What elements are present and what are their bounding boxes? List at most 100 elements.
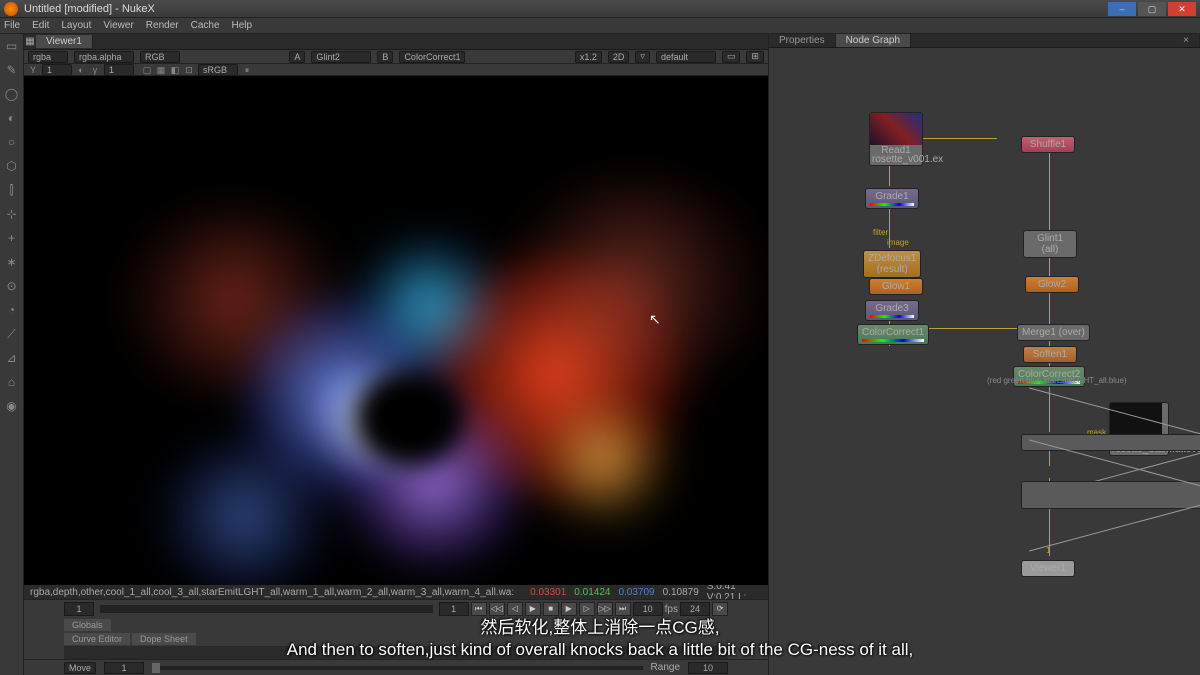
next-key-button[interactable]: ▷▷ — [597, 602, 613, 616]
range-label: Range — [651, 662, 680, 673]
tab-node-graph[interactable]: Node Graph — [836, 34, 911, 47]
node-grade1[interactable]: Grade1 — [865, 188, 919, 209]
menu-render[interactable]: Render — [146, 20, 179, 31]
gamma-icon[interactable]: γ — [90, 65, 100, 75]
node-read1[interactable]: Read1rosette_v001.ex — [869, 112, 923, 166]
tool-channel[interactable]: ◐ — [4, 110, 20, 126]
range-start[interactable]: 1 — [104, 662, 144, 674]
viewer-lut-dropdown[interactable]: default — [656, 51, 716, 63]
proxy-icon[interactable]: ⊞ — [746, 51, 764, 63]
tool-other[interactable]: ◉ — [4, 398, 20, 414]
menu-help[interactable]: Help — [232, 20, 253, 31]
maximize-button[interactable]: ▢ — [1138, 2, 1166, 16]
tool-draw[interactable]: ✎ — [4, 62, 20, 78]
next-frame-button[interactable]: ▷ — [579, 602, 595, 616]
tool-deep[interactable]: ◔ — [4, 302, 20, 318]
tab-properties[interactable]: Properties — [769, 34, 836, 47]
pane-menu-icon[interactable]: ▦ — [24, 36, 36, 47]
menu-viewer[interactable]: Viewer — [103, 20, 133, 31]
tab-globals[interactable]: Globals — [64, 619, 111, 631]
last-frame-button[interactable]: ⏭ — [615, 602, 631, 616]
node-glow2[interactable]: Glow2 — [1025, 276, 1079, 293]
overlay-icon[interactable]: ⊡ — [184, 65, 194, 75]
fstop-icon[interactable]: ◐ — [76, 65, 86, 75]
menu-file[interactable]: File — [4, 20, 20, 31]
prev-key-button[interactable]: ◁◁ — [489, 602, 505, 616]
tool-toolset[interactable]: ⌂ — [4, 374, 20, 390]
tool-keyer[interactable]: ⫿ — [4, 182, 20, 198]
titlebar: Untitled [modified] - NukeX – ▢ ✕ — [0, 0, 1200, 18]
play-back-button[interactable]: ▶ — [525, 602, 541, 616]
app-icon — [4, 2, 18, 16]
colorspace-dropdown[interactable]: RGB — [140, 51, 180, 63]
current-frame-field[interactable]: 10 — [633, 602, 663, 616]
node-zdefocus1[interactable]: ZDefocus1(result) — [863, 250, 921, 278]
tool-filter[interactable]: ⬡ — [4, 158, 20, 174]
stop-button[interactable]: ■ — [543, 602, 559, 616]
timeline-track[interactable] — [64, 646, 728, 659]
range-end[interactable]: 10 — [688, 662, 728, 674]
node-merge1[interactable]: Merge1 (over) — [1017, 324, 1090, 341]
viewer-toolbar-2: Y 1 ◐ γ 1 ▢ ▦ ◧ ⊡ sRGB ⏸ — [24, 64, 768, 76]
format-icon[interactable]: ▦ — [156, 65, 166, 75]
frame-start-field[interactable]: 1 — [64, 602, 94, 616]
node-colorcorrect1[interactable]: ColorCorrect1 — [857, 324, 929, 345]
tool-strip: ▭ ✎ ◯ ◐ ○ ⬡ ⫿ ⊹ + ∗ ⊙ ◔ ⟋ ⊿ ⌂ ◉ — [0, 34, 24, 675]
node-glow1[interactable]: Glow1 — [869, 278, 923, 295]
node-soften1[interactable]: Soften1 — [1023, 346, 1077, 363]
node-shuffle1[interactable]: Shuffle1 — [1021, 136, 1075, 153]
gain-field[interactable]: 1 — [42, 64, 72, 76]
frame-end-field[interactable]: 1 — [439, 602, 469, 616]
tab-dope-sheet[interactable]: Dope Sheet — [132, 633, 196, 645]
menu-edit[interactable]: Edit — [32, 20, 49, 31]
tool-meta[interactable]: ⊿ — [4, 350, 20, 366]
tool-image[interactable]: ▭ — [4, 38, 20, 54]
status-red: 0.03301 — [530, 587, 566, 598]
close-button[interactable]: ✕ — [1168, 2, 1196, 16]
viewer-canvas[interactable]: ↖ — [24, 76, 768, 585]
timeline-scrubber[interactable] — [100, 605, 433, 613]
node-viewer1[interactable]: Viewer1 — [1021, 560, 1075, 577]
node-glint1[interactable]: Glint1(all) — [1023, 230, 1077, 258]
loop-icon[interactable]: ⟳ — [712, 602, 728, 616]
first-frame-button[interactable]: ⏮ — [471, 602, 487, 616]
node-graph[interactable]: filter image mask 1 Read1rosette_v001.ex… — [769, 48, 1200, 675]
wipe-icon[interactable]: ◧ — [170, 65, 180, 75]
roi-icon[interactable]: ▭ — [722, 51, 741, 63]
node-merge2[interactable]: Merge2 — [1021, 434, 1200, 451]
dimension-dropdown[interactable]: 2D — [608, 51, 630, 63]
node-glint2[interactable]: Glint2(all) — [1021, 481, 1200, 509]
play-button[interactable]: ▶ — [561, 602, 577, 616]
tool-transform[interactable]: + — [4, 230, 20, 246]
display-lut-dropdown[interactable]: sRGB — [198, 64, 238, 76]
menu-layout[interactable]: Layout — [61, 20, 91, 31]
tool-merge[interactable]: ⊹ — [4, 206, 20, 222]
menu-cache[interactable]: Cache — [191, 20, 220, 31]
tool-time[interactable]: ◯ — [4, 86, 20, 102]
close-panel-icon[interactable]: × — [1173, 34, 1200, 47]
node-grade3[interactable]: Grade3 — [865, 300, 919, 321]
minimize-button[interactable]: – — [1108, 2, 1136, 16]
pause-icon[interactable]: ⏸ — [242, 65, 252, 75]
downrez-icon[interactable]: ▿ — [635, 51, 650, 63]
range-slider[interactable] — [152, 666, 643, 670]
tab-viewer1[interactable]: Viewer1 — [36, 35, 93, 48]
move-button[interactable]: Move — [64, 662, 96, 674]
viewer-tabs: ▦ Viewer1 — [24, 34, 768, 50]
status-alpha: 0.10879 — [663, 587, 699, 598]
wire-label-image: image — [887, 238, 909, 247]
zoom-dropdown[interactable]: x1.2 — [575, 51, 602, 63]
tool-3d[interactable]: ∗ — [4, 254, 20, 270]
channel-dropdown[interactable]: rgba — [28, 51, 68, 63]
tab-curve-editor[interactable]: Curve Editor — [64, 633, 130, 645]
tool-color[interactable]: ○ — [4, 134, 20, 150]
clip-icon[interactable]: ▢ — [142, 65, 152, 75]
layer-dropdown[interactable]: rgba.alpha — [74, 51, 134, 63]
gamma-field[interactable]: 1 — [104, 64, 134, 76]
prev-frame-button[interactable]: ◁ — [507, 602, 523, 616]
fps-field[interactable]: 24 — [680, 602, 710, 616]
tool-particles[interactable]: ⊙ — [4, 278, 20, 294]
input-a-dropdown[interactable]: Glint2 — [311, 51, 371, 63]
tool-views[interactable]: ⟋ — [4, 326, 20, 342]
input-b-dropdown[interactable]: ColorCorrect1 — [399, 51, 465, 63]
